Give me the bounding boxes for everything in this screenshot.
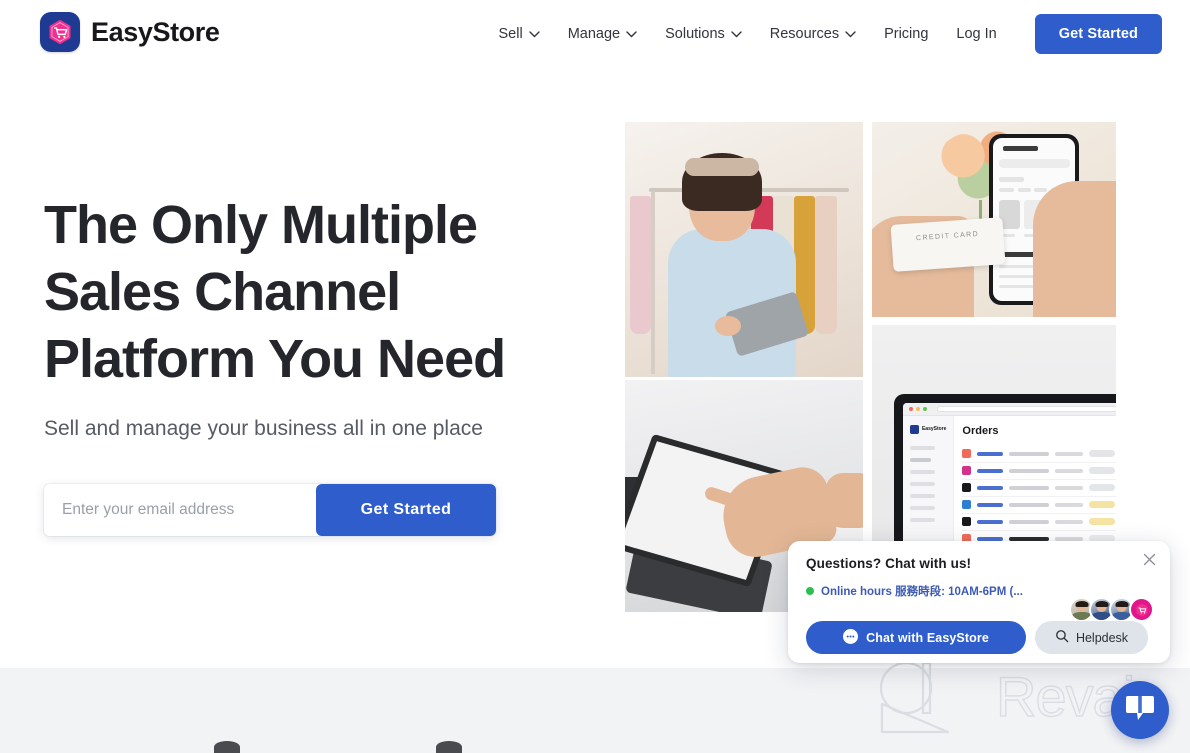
order-id-cell	[977, 503, 1004, 507]
nav-item-manage[interactable]: Manage	[554, 26, 651, 42]
chevron-down-icon	[626, 30, 637, 38]
easystore-logo-avatar-icon	[1129, 597, 1154, 622]
channel-icon	[962, 517, 972, 527]
chat-button-label: Chat with EasyStore	[866, 630, 989, 645]
nav-item-pricing[interactable]: Pricing	[870, 26, 942, 42]
hexagon-cart-svg	[49, 19, 71, 45]
agent-avatars	[1069, 597, 1154, 622]
chat-widget-actions: Chat with EasyStore Helpdesk	[806, 621, 1148, 654]
channel-icon	[962, 449, 972, 459]
order-time-cell	[1009, 469, 1050, 473]
headline-line-3: Platform You Need	[44, 329, 506, 389]
nav-item-label: Solutions	[665, 26, 725, 42]
hero-content: The Only Multiple Sales Channel Platform…	[44, 192, 604, 536]
headline-line-2: Sales Channel	[44, 262, 401, 322]
channel-icon	[962, 500, 972, 510]
table-row	[962, 463, 1116, 480]
nav-item-login[interactable]: Log In	[942, 26, 1010, 42]
table-row	[962, 446, 1116, 463]
chat-bubble-icon	[843, 628, 859, 647]
email-field[interactable]	[44, 484, 316, 536]
channel-icon	[962, 466, 972, 476]
page-root: EasyStore Sell Manage Solutions Resource…	[0, 0, 1190, 753]
page-title: The Only Multiple Sales Channel Platform…	[44, 192, 604, 393]
order-customer-cell	[1055, 469, 1084, 473]
nav-item-label: Sell	[498, 26, 523, 42]
browser-chrome-bar	[902, 402, 1116, 416]
dashboard-page-title: Orders	[962, 424, 999, 437]
status-badge	[1089, 467, 1116, 475]
table-row	[962, 480, 1116, 497]
order-time-cell	[1009, 452, 1050, 456]
table-row	[962, 497, 1116, 514]
order-customer-cell	[1055, 486, 1084, 490]
header-get-started-button[interactable]: Get Started	[1034, 14, 1162, 54]
site-header: EasyStore Sell Manage Solutions Resource…	[0, 0, 1190, 68]
order-time-cell	[1009, 520, 1050, 524]
chevron-down-icon	[845, 30, 856, 38]
order-id-cell	[977, 486, 1004, 490]
helpdesk-button[interactable]: Helpdesk	[1035, 621, 1148, 654]
order-customer-cell	[1055, 452, 1084, 456]
easystore-cart-hexagon-logo-icon	[40, 12, 80, 52]
table-row	[962, 514, 1116, 531]
chat-bubble-icon	[1125, 694, 1155, 727]
hero-image-grid: CREDIT CARD EasyStore Orders	[625, 122, 1116, 612]
dashboard-logo-icon	[909, 424, 919, 434]
nav-item-solutions[interactable]: Solutions	[651, 26, 756, 42]
status-badge	[1089, 501, 1116, 509]
main-navigation: Sell Manage Solutions Resources Pricing …	[485, 0, 1162, 68]
order-time-cell	[1009, 503, 1050, 507]
chevron-down-icon	[529, 30, 540, 38]
photo-woman-clothing-rack	[625, 122, 863, 377]
status-badge	[1089, 450, 1116, 458]
chat-launcher-button[interactable]	[1111, 681, 1169, 739]
signup-form: Get Started	[44, 484, 496, 536]
chevron-down-icon	[731, 30, 742, 38]
nav-item-label: Manage	[567, 26, 621, 42]
brand-name: EasyStore	[91, 16, 220, 47]
nav-item-sell[interactable]: Sell	[485, 26, 554, 42]
chat-status-text: Online hours 服務時段: 10AM-6PM (...	[821, 586, 1023, 598]
photo-credit-card-phone: CREDIT CARD	[872, 122, 1116, 317]
nav-item-label: Resources	[769, 26, 840, 42]
order-id-cell	[977, 452, 1004, 456]
brand-logo-link[interactable]: EasyStore	[40, 12, 220, 52]
order-customer-cell	[1055, 520, 1084, 524]
channel-icon	[962, 483, 972, 493]
headline-line-1: The Only Multiple	[44, 195, 478, 255]
order-id-cell	[977, 469, 1004, 473]
search-icon	[1055, 629, 1069, 646]
hero-get-started-button[interactable]: Get Started	[316, 484, 496, 536]
status-badge	[1089, 518, 1116, 526]
order-customer-cell	[1055, 503, 1084, 507]
order-time-cell	[1009, 486, 1050, 490]
hero-subheadline: Sell and manage your business all in one…	[44, 417, 483, 440]
order-id-cell	[977, 520, 1004, 524]
close-icon[interactable]	[1143, 553, 1156, 571]
nav-item-label: Pricing	[884, 26, 929, 42]
nav-item-label: Log In	[956, 26, 997, 42]
chat-widget-card: Questions? Chat with us! Online hours 服務…	[788, 541, 1170, 663]
partners-section	[0, 668, 1190, 753]
online-status-dot-icon	[806, 587, 814, 595]
nav-item-resources[interactable]: Resources	[756, 26, 870, 42]
chat-with-easystore-button[interactable]: Chat with EasyStore	[806, 621, 1026, 654]
helpdesk-button-label: Helpdesk	[1075, 630, 1129, 645]
dashboard-brand-label: EasyStore	[921, 426, 947, 433]
status-badge	[1089, 484, 1116, 492]
chat-widget-title: Questions? Chat with us!	[806, 556, 972, 571]
